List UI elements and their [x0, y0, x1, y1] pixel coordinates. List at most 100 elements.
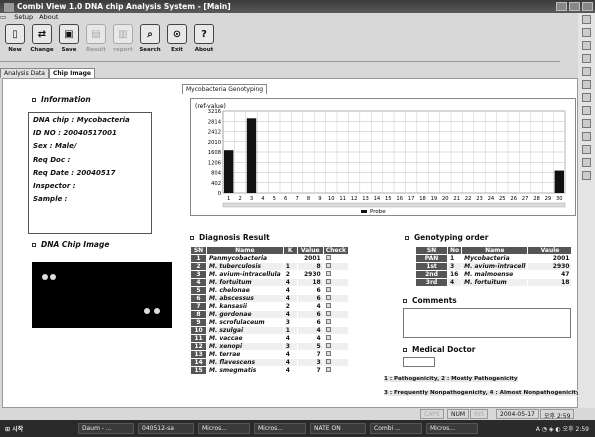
- new-button[interactable]: ▯ New: [2, 24, 28, 60]
- diag-checkbox[interactable]: [325, 351, 331, 356]
- exit-button[interactable]: ⊙ Exit: [164, 24, 190, 60]
- minimize-button[interactable]: [556, 2, 567, 11]
- diag-checkbox[interactable]: [325, 343, 331, 348]
- diag-row[interactable]: 7 M. kansasii 2 4: [190, 302, 350, 311]
- side-tool-icon[interactable]: [582, 15, 591, 24]
- result-button[interactable]: ▤ Result: [83, 24, 109, 60]
- diag-checkbox[interactable]: [325, 303, 331, 308]
- diag-checkbox[interactable]: [325, 359, 331, 364]
- diag-row[interactable]: 10 M. szulgai 1 4: [190, 326, 350, 335]
- diag-row[interactable]: 15 M. smegmatis 4 7: [190, 366, 350, 375]
- taskbar: ⊞ 시작 Daum - ... 040512-sa Micros... Micr…: [0, 420, 595, 437]
- pathogenicity-note-1: 1 : Pathogenicity, 2 : Mostly Pathogenic…: [384, 376, 518, 382]
- diag-checkbox[interactable]: [325, 271, 331, 276]
- diag-checkbox[interactable]: [325, 367, 331, 372]
- x-tick-label: 26: [510, 196, 517, 202]
- diag-checkbox[interactable]: [325, 319, 331, 324]
- diag-checkbox[interactable]: [325, 263, 331, 268]
- chart-scrollbar[interactable]: [222, 202, 566, 208]
- diag-checkbox[interactable]: [325, 335, 331, 340]
- side-tool-icon[interactable]: [582, 132, 591, 141]
- diag-value: 4: [296, 334, 324, 343]
- diag-value: 8: [296, 262, 324, 271]
- diag-checkbox[interactable]: [325, 327, 331, 332]
- close-button[interactable]: [582, 2, 593, 11]
- diag-name: M. xenopi: [206, 342, 284, 351]
- side-tool-icon[interactable]: [582, 28, 591, 37]
- about-button[interactable]: ? About: [191, 24, 217, 60]
- diag-row[interactable]: 1 Panmycobacteria 2001: [190, 254, 350, 263]
- gord-row[interactable]: 2nd 16 M. malmoense 47: [415, 270, 573, 279]
- taskbar-item[interactable]: Combi ...: [370, 423, 422, 434]
- diag-check-cell: [322, 342, 350, 351]
- diag-col-header: SN: [190, 246, 207, 255]
- side-tool-icon[interactable]: [582, 145, 591, 154]
- x-tick-label: 20: [442, 196, 449, 202]
- taskbar-item[interactable]: Micros...: [426, 423, 478, 434]
- diag-k: 4: [282, 278, 298, 287]
- search-button[interactable]: ⌕ Search: [137, 24, 163, 60]
- taskbar-item[interactable]: 040512-sa: [138, 423, 194, 434]
- gord-row[interactable]: 3rd 4 M. fortuitum 18: [415, 278, 573, 287]
- side-tool-icon[interactable]: [582, 80, 591, 89]
- diag-value: 6: [296, 310, 324, 319]
- diag-name: M. vaccae: [206, 334, 284, 343]
- diag-row[interactable]: 9 M. scrofulaceum 3 6: [190, 318, 350, 327]
- diag-row[interactable]: 4 M. fortuitum 4 18: [190, 278, 350, 287]
- side-tool-icon[interactable]: [582, 106, 591, 115]
- comments-textarea[interactable]: [403, 308, 571, 338]
- diag-row[interactable]: 13 M. terrae 4 7: [190, 350, 350, 359]
- side-tool-icon[interactable]: [582, 67, 591, 76]
- x-tick-label: 22: [465, 196, 472, 202]
- change-button[interactable]: ⇄ Change: [29, 24, 55, 60]
- diag-row[interactable]: 3 M. avium-intracellula 2 2930: [190, 270, 350, 279]
- taskbar-item[interactable]: Micros...: [254, 423, 306, 434]
- diag-k: 4: [282, 286, 298, 295]
- x-tick-label: 24: [488, 196, 495, 202]
- diag-checkbox[interactable]: [325, 311, 331, 316]
- diag-row[interactable]: 8 M. gordonae 4 6: [190, 310, 350, 319]
- side-tool-icon[interactable]: [582, 41, 591, 50]
- diag-checkbox[interactable]: [325, 279, 331, 284]
- diag-row[interactable]: 14 M. flavescens 4 3: [190, 358, 350, 367]
- side-tool-icon[interactable]: [582, 93, 591, 102]
- gord-row[interactable]: PAN 1 Mycobacteria 2001: [415, 254, 573, 263]
- diag-value: 2930: [296, 270, 324, 279]
- maximize-button[interactable]: [569, 2, 580, 11]
- diag-checkbox[interactable]: [325, 295, 331, 300]
- diag-row[interactable]: 12 M. xenopi 3 5: [190, 342, 350, 351]
- information-heading: Information: [32, 95, 91, 104]
- gord-row[interactable]: 1st 3 M. avium-intracell 2930: [415, 262, 573, 271]
- taskbar-item[interactable]: NATE ON: [310, 423, 366, 434]
- menu-setup[interactable]: Setup: [14, 13, 33, 21]
- side-tool-icon[interactable]: [582, 54, 591, 63]
- x-tick-label: 4: [261, 196, 265, 202]
- taskbar-item[interactable]: Micros...: [198, 423, 250, 434]
- x-tick-label: 11: [339, 196, 346, 202]
- medical-doctor-input[interactable]: [403, 357, 435, 367]
- side-tool-icon[interactable]: [582, 158, 591, 167]
- gord-name: M. fortuitum: [461, 278, 529, 287]
- tab-mycobacteria-genotyping[interactable]: Mycobacteria Genotyping: [182, 84, 268, 94]
- diag-row[interactable]: 6 M. abscessus 4 6: [190, 294, 350, 303]
- tray-icons: A ◔ ◈ ◐: [535, 426, 563, 433]
- diag-row[interactable]: 5 M. chelonae 4 6: [190, 286, 350, 295]
- diag-row[interactable]: 11 M. vaccae 4 4: [190, 334, 350, 343]
- menu-about[interactable]: About: [39, 13, 58, 21]
- report-button[interactable]: ▥ report: [110, 24, 136, 60]
- result-icon: ▤: [86, 24, 106, 44]
- diag-check-cell: [322, 262, 350, 271]
- tab-analysis-data[interactable]: Analysis Data: [0, 68, 49, 78]
- tab-chip-image[interactable]: Chip Image: [48, 68, 95, 78]
- diag-row[interactable]: 2 M. tuberculosis 1 8: [190, 262, 350, 271]
- taskbar-item[interactable]: Daum - ...: [78, 423, 134, 434]
- side-toolbar: [578, 13, 595, 408]
- start-button[interactable]: ⊞ 시작: [2, 423, 27, 434]
- save-button[interactable]: ▣ Save: [56, 24, 82, 60]
- diag-checkbox[interactable]: [325, 287, 331, 292]
- diag-k: 4: [282, 358, 298, 367]
- side-tool-icon[interactable]: [582, 119, 591, 128]
- side-tool-icon[interactable]: [582, 171, 591, 180]
- diag-checkbox[interactable]: [325, 255, 331, 260]
- diag-name: M. scrofulaceum: [206, 318, 284, 327]
